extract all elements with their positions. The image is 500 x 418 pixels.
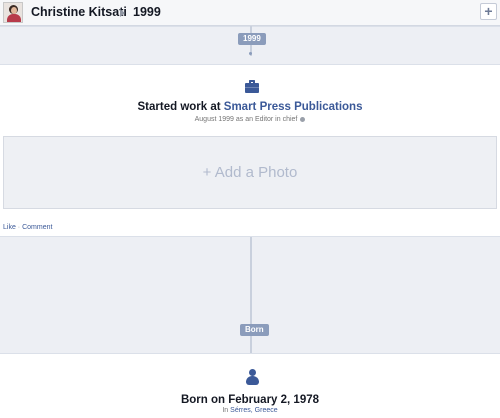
work-title-prefix: Started work at — [137, 101, 224, 113]
location-prefix: In — [222, 407, 231, 414]
avatar[interactable] — [3, 2, 23, 23]
story-actions: Like · Comment — [3, 224, 52, 231]
globe-icon[interactable] — [300, 116, 306, 122]
born-marker[interactable]: Born — [240, 324, 269, 336]
work-story-subtitle: August 1999 as an Editor in chief — [0, 116, 500, 123]
timeline-header: Christine Kitsati 1999 + — [0, 0, 500, 26]
baby-icon — [246, 369, 259, 385]
comment-link[interactable]: Comment — [22, 224, 52, 231]
add-button[interactable]: + — [480, 3, 497, 20]
work-subtitle-text: August 1999 as an Editor in chief — [194, 116, 298, 123]
work-story-title: Started work at Smart Press Publications — [0, 101, 500, 113]
year-marker[interactable]: 1999 — [238, 33, 266, 45]
briefcase-icon — [245, 80, 259, 93]
born-story-subtitle: In Sérres, Greece — [0, 407, 500, 414]
profile-owner-name[interactable]: Christine Kitsati — [31, 5, 127, 19]
timeline-dot — [249, 52, 252, 55]
location-link[interactable]: Sérres, Greece — [230, 407, 277, 414]
company-link[interactable]: Smart Press Publications — [224, 101, 363, 113]
breadcrumb-arrow-icon — [120, 9, 125, 17]
add-photo-label[interactable]: + Add a Photo — [0, 164, 500, 181]
breadcrumb-year: 1999 — [133, 5, 161, 19]
born-story-title: Born on February 2, 1978 — [180, 394, 320, 406]
like-link[interactable]: Like — [3, 224, 16, 231]
